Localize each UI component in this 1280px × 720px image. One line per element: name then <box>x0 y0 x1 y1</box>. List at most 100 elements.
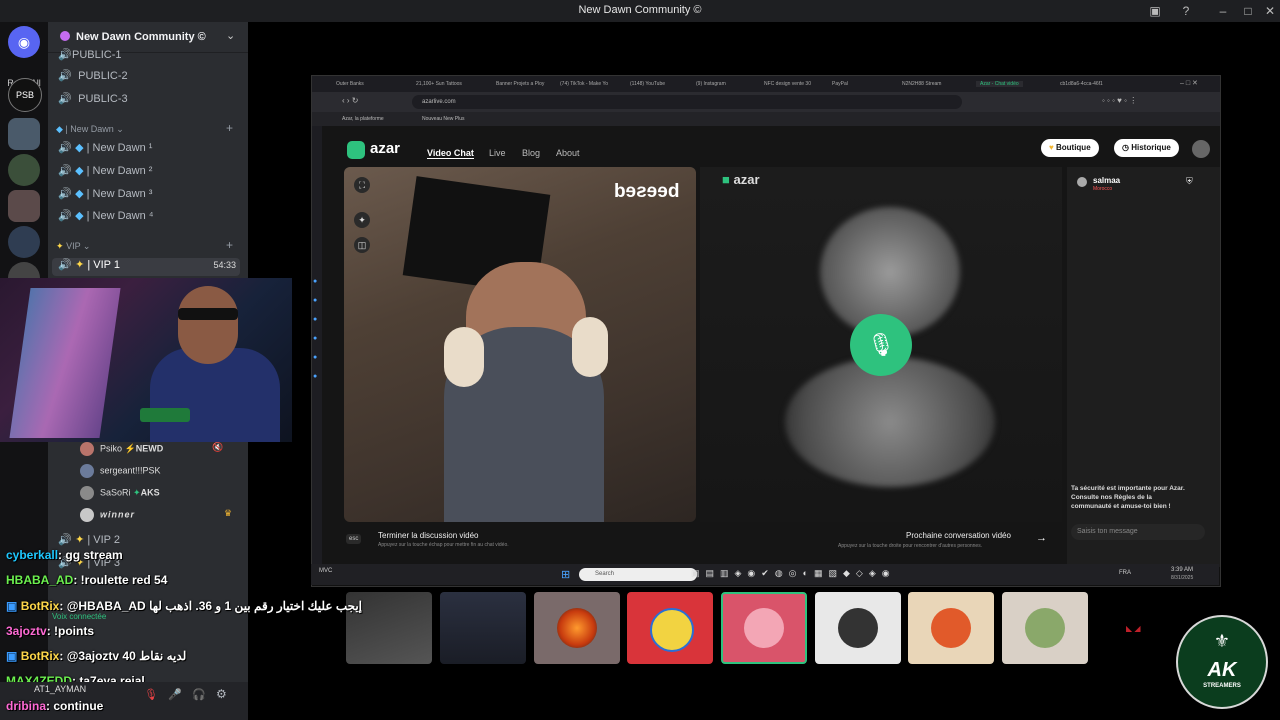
microphone-icon[interactable]: 🎤 <box>168 688 182 701</box>
browser-tab[interactable]: (1148) YouTube <box>630 81 665 87</box>
channel-label: PUBLIC-2 <box>78 70 128 82</box>
filter-icon[interactable]: ◫ <box>354 237 370 253</box>
inbox-icon[interactable]: ▣ <box>1147 3 1163 19</box>
extension-icons[interactable]: ◦ ◦ ◦ ♥ ◦ ⋮ <box>1102 96 1137 105</box>
category-new-dawn[interactable]: ◆ | New Dawn ⌄ <box>56 124 124 135</box>
participant-tile[interactable] <box>1002 592 1088 664</box>
chevron-down-icon[interactable]: ⌄ <box>226 29 235 42</box>
gear-icon[interactable]: ⚙ <box>216 687 227 701</box>
voice-member[interactable]: Psiko ⚡NEWD <box>80 442 163 456</box>
add-channel-icon[interactable]: + <box>226 121 233 135</box>
history-button[interactable]: ◷ Historique <box>1114 139 1179 157</box>
esc-key[interactable]: esc <box>346 534 362 544</box>
server-icon-folder[interactable] <box>8 118 40 150</box>
nav-blog[interactable]: Blog <box>522 148 540 158</box>
browser-tab[interactable]: N2N2H88 Stream <box>902 81 941 87</box>
participant-tile-speaking[interactable] <box>721 592 807 664</box>
back-forward-icon[interactable]: ‹ › ↻ <box>342 96 358 105</box>
maximize-button[interactable]: □ <box>1240 3 1256 19</box>
nav-video-chat[interactable]: Video Chat <box>427 148 474 159</box>
end-chat-hint: Appuyez sur la touche échap pour mettre … <box>378 542 509 548</box>
participant-tile[interactable] <box>815 592 901 664</box>
browser-tab[interactable]: Banner Projets a Ploy <box>496 81 544 87</box>
nav-about[interactable]: About <box>556 148 580 158</box>
sparkle-icon: ✦ <box>75 534 85 546</box>
browser-tab[interactable]: cb1d8a6-4cca-46f1 <box>1060 81 1103 87</box>
category-vip[interactable]: ✦ VIP ⌄ <box>56 241 90 252</box>
windows-start-icon[interactable]: ⊞ <box>561 568 570 581</box>
azar-brand[interactable]: azar <box>370 140 400 157</box>
bookmark[interactable]: Nouveau New Plus <box>422 116 465 122</box>
headphones-icon[interactable]: 🎧 <box>192 688 206 701</box>
voice-member[interactable]: winner <box>80 508 135 522</box>
taskbar-search[interactable]: Search <box>579 568 697 581</box>
browser-tab[interactable]: NFC design vente 30 <box>764 81 811 87</box>
add-channel-icon[interactable]: + <box>226 238 233 252</box>
channel-new-dawn-3[interactable]: 🔊 ◆ | New Dawn ³ <box>58 187 152 205</box>
browser-tab[interactable]: PayPal <box>832 81 848 87</box>
browser-tab[interactable]: (74) TikTok - Make Yo <box>560 81 608 87</box>
channel-public-2[interactable]: 🔊 PUBLIC-2 <box>58 69 128 87</box>
expand-icon[interactable]: ⛶ <box>354 177 370 193</box>
window-controls[interactable]: – □ ✕ <box>1180 79 1198 87</box>
participant-tile[interactable]: ◣ ◢ <box>1096 592 1182 664</box>
input-language[interactable]: FRA <box>1119 570 1131 576</box>
server-icon[interactable] <box>8 226 40 258</box>
discord-home-icon[interactable]: ◉ <box>8 26 40 58</box>
monitor-glow <box>9 288 121 438</box>
message-input[interactable]: Saisis ton message <box>1071 524 1205 540</box>
channel-label: New Dawn ² <box>92 165 153 177</box>
voice-member[interactable]: SaSoRi ✦AKS <box>80 486 160 500</box>
bookmark[interactable]: Azar, la plateforme <box>342 116 384 122</box>
clock-time[interactable]: 3:39 AM <box>1171 567 1193 573</box>
minimize-button[interactable]: – <box>1215 3 1231 19</box>
avatar <box>80 486 94 500</box>
chat-panel: salmaa Morocco ⛨ Ta sécurité est importa… <box>1067 167 1220 567</box>
close-button[interactable]: ✕ <box>1262 3 1278 19</box>
microphone-button[interactable]: 🎙 <box>850 314 912 376</box>
partner-name[interactable]: salmaa <box>1093 176 1120 185</box>
help-icon[interactable]: ? <box>1178 3 1194 19</box>
nav-live[interactable]: Live <box>489 148 506 158</box>
server-icon-psb[interactable]: PSB <box>8 78 42 112</box>
channel-label: New Dawn ¹ <box>92 142 153 154</box>
end-chat-title[interactable]: Terminer la discussion vidéo <box>378 531 479 540</box>
shield-icon[interactable]: ⛨ <box>1186 176 1193 187</box>
diamond-icon: ◆ <box>75 188 84 200</box>
diamond-icon: ◆ <box>56 124 63 134</box>
username[interactable]: AT1_AYMAN <box>34 684 86 694</box>
arrow-right-icon[interactable]: → <box>1036 532 1047 544</box>
browser-toolbar: ‹ › ↻ azarlive.com ◦ ◦ ◦ ♥ ◦ ⋮ <box>312 92 1220 112</box>
sidebar-app-icons[interactable]: ● ● ● ● ● ● <box>313 272 317 386</box>
server-icon[interactable] <box>8 190 40 222</box>
browser-tab[interactable]: 21,100+ Sun Tattoos <box>416 81 462 87</box>
channel-public-3[interactable]: 🔊 PUBLIC-3 <box>58 92 128 110</box>
channel-vip-1[interactable]: 🔊 ✦ | VIP 1 54:33 <box>52 258 240 276</box>
participant-tile[interactable] <box>534 592 620 664</box>
channel-public-1[interactable]: 🔊PUBLIC-1 <box>58 48 122 66</box>
channel-new-dawn-4[interactable]: 🔊 ◆ | New Dawn ⁴ <box>58 209 153 227</box>
participant-tile[interactable] <box>908 592 994 664</box>
address-bar[interactable]: azarlive.com <box>412 95 962 109</box>
mirrored-text: beesed <box>614 181 680 202</box>
effects-icon[interactable]: ✦ <box>354 212 370 228</box>
taskbar-app-icons[interactable]: ▣▤▥◈◉✔◍◎◐▦▧◆◇◈◉ <box>691 568 896 579</box>
diamond-icon: ◆ <box>75 210 84 222</box>
channel-new-dawn-1[interactable]: 🔊 ◆ | New Dawn ¹ <box>58 141 152 159</box>
voice-member[interactable]: sergeant!!!PSK <box>80 464 161 478</box>
profile-avatar[interactable] <box>1192 140 1210 158</box>
speaker-icon: 🔊 <box>58 534 72 546</box>
mute-icon[interactable]: 🎙 <box>144 688 158 701</box>
participant-tile[interactable] <box>627 592 713 664</box>
browser-tab-active[interactable]: Azar - Chat vidéo <box>976 81 1023 87</box>
channel-new-dawn-2[interactable]: 🔊 ◆ | New Dawn ² <box>58 164 152 182</box>
participant-tile[interactable] <box>440 592 526 664</box>
next-chat-title[interactable]: Prochaine conversation vidéo <box>906 531 1011 540</box>
browser-tab[interactable]: (9) Instagram <box>696 81 726 87</box>
shop-button[interactable]: ♥ Boutique <box>1041 139 1099 157</box>
window-title: New Dawn Community © <box>578 4 702 16</box>
browser-tab[interactable]: Outer Banks <box>336 81 364 87</box>
partner-avatar[interactable] <box>1077 177 1087 187</box>
server-icon[interactable] <box>8 154 40 186</box>
weather-widget[interactable]: MVC <box>319 568 332 574</box>
